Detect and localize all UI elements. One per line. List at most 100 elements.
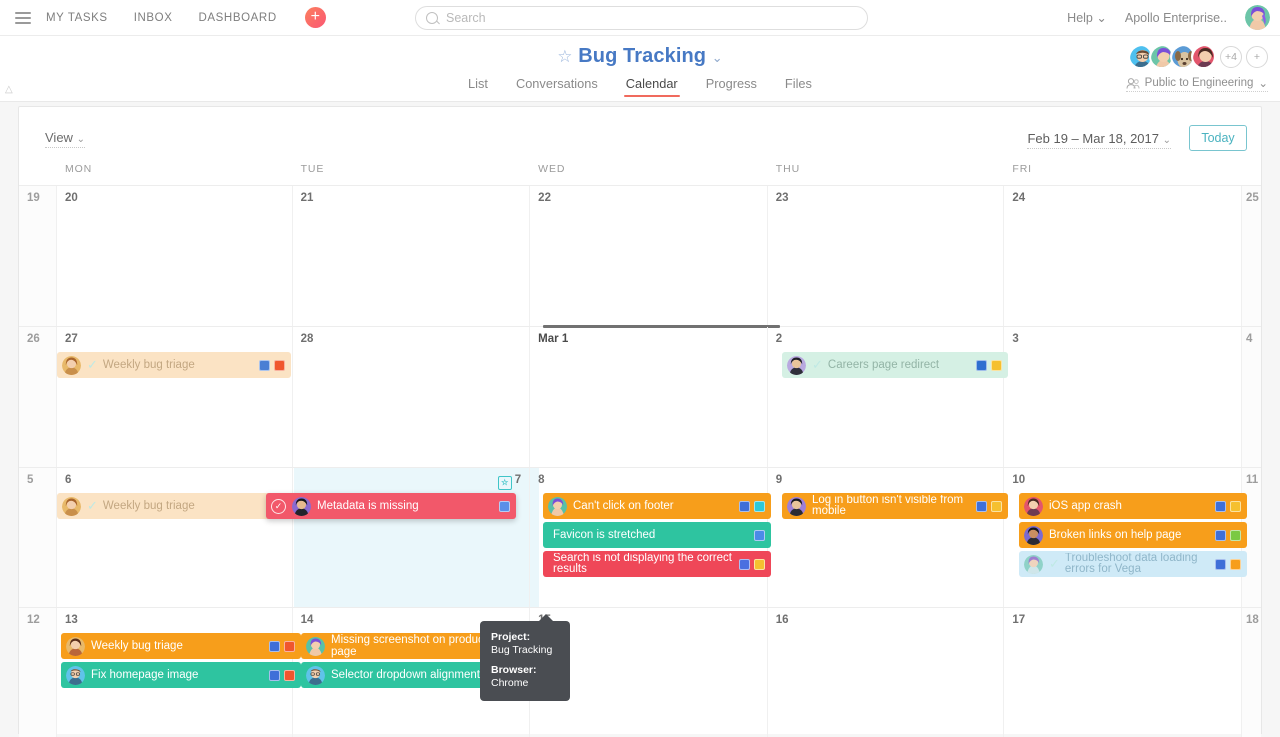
day-number: 10 — [1004, 468, 1241, 486]
calendar-event[interactable]: Favicon is stretched — [543, 522, 771, 548]
people-icon — [1126, 78, 1140, 89]
tag-swatch — [1215, 559, 1226, 570]
calendar-event[interactable]: Weekly bug triage — [61, 633, 301, 659]
tag-swatch — [739, 559, 750, 570]
event-tags — [754, 530, 765, 541]
calendar-event[interactable]: ✓ Troubleshoot data loading errors for V… — [1019, 551, 1247, 577]
avatar — [62, 497, 81, 516]
day-number: 22 — [530, 186, 767, 204]
day-cell[interactable]: 21 — [293, 186, 531, 326]
calendar-event[interactable]: ✓ Weekly bug triage — [57, 493, 291, 519]
calendar-event[interactable]: Can't click on footer — [543, 493, 771, 519]
event-tags — [259, 360, 285, 371]
help-menu[interactable]: Help ⌄ — [1067, 10, 1107, 25]
day-cell[interactable]: 27 — [57, 327, 293, 467]
day-cell[interactable]: 22 — [530, 186, 768, 326]
chevron-down-icon[interactable]: ⌄ — [712, 50, 723, 65]
day-cell[interactable]: 17 — [1004, 608, 1242, 737]
member-overflow-count[interactable]: +4 — [1220, 46, 1242, 68]
day-cell[interactable]: 16 — [768, 608, 1005, 737]
event-tags — [269, 641, 295, 652]
tag-swatch — [754, 501, 765, 512]
event-tooltip: Project: Bug Tracking Browser: Chrome — [480, 621, 570, 701]
calendar-event[interactable]: Log in button isn't visible from mobile — [782, 493, 1008, 519]
calendar-event[interactable]: Search is not displaying the correct res… — [543, 551, 771, 577]
day-cell[interactable]: 19 — [19, 186, 57, 326]
avatar — [306, 637, 325, 656]
day-number: 27 — [57, 327, 292, 345]
tab-conversations[interactable]: Conversations — [516, 76, 598, 97]
day-cell[interactable]: 23 — [768, 186, 1005, 326]
day-number: 26 — [19, 327, 56, 345]
day-cell[interactable]: 12 — [19, 608, 57, 737]
avatar[interactable] — [1191, 44, 1216, 69]
day-cell[interactable]: 25 — [1242, 186, 1261, 326]
today-calendar-icon: ☆ — [498, 476, 512, 490]
event-tags — [739, 501, 765, 512]
day-cell[interactable]: 28 — [293, 327, 531, 467]
chevron-down-icon: ⌄ — [1096, 11, 1106, 25]
tooltip-project-value: Bug Tracking — [491, 644, 560, 657]
tab-calendar[interactable]: Calendar — [626, 76, 678, 97]
event-tags — [739, 559, 765, 570]
day-cell[interactable]: 9 — [768, 468, 1005, 607]
today-button[interactable]: Today — [1189, 125, 1247, 151]
day-cell[interactable]: 6 — [57, 468, 293, 607]
tab-list[interactable]: List — [468, 76, 488, 97]
day-cell[interactable]: 26 — [19, 327, 57, 467]
favorite-star-icon[interactable]: ☆ — [557, 47, 572, 66]
search-input[interactable] — [446, 11, 857, 25]
day-cell[interactable]: 24 — [1004, 186, 1242, 326]
calendar-event[interactable]: Broken links on help page — [1019, 522, 1247, 548]
quick-add-button[interactable]: + — [305, 7, 326, 28]
date-range-label: Feb 19 – Mar 18, 2017 — [1027, 131, 1159, 146]
member-avatars: +4 + — [1132, 44, 1268, 69]
search-box[interactable] — [415, 6, 868, 30]
day-cell[interactable]: Mar 1 — [530, 327, 768, 467]
tag-swatch — [754, 559, 765, 570]
day-cell[interactable]: 18 — [1242, 608, 1261, 737]
add-member-button[interactable]: + — [1246, 46, 1268, 68]
nav-inbox[interactable]: INBOX — [134, 12, 173, 24]
calendar-event[interactable]: ✓ Careers page redirect — [782, 352, 1008, 378]
date-range-dropdown[interactable]: Feb 19 – Mar 18, 2017 ⌄ — [1027, 131, 1171, 149]
collapse-header-icon[interactable]: △ — [5, 84, 13, 95]
avatar[interactable] — [1245, 5, 1270, 30]
help-label: Help — [1067, 11, 1093, 25]
event-label: Troubleshoot data loading errors for Veg… — [1065, 553, 1211, 576]
dow-tue: TUE — [293, 163, 531, 185]
day-cell[interactable]: 20 — [57, 186, 293, 326]
nav-my-tasks[interactable]: MY TASKS — [46, 12, 108, 24]
day-cell[interactable]: 2 — [768, 327, 1005, 467]
calendar-event-dragging[interactable]: ✓ Metadata is missing — [266, 493, 516, 519]
menu-icon[interactable] — [0, 12, 46, 24]
event-label: Weekly bug triage — [103, 359, 255, 372]
complete-check-icon[interactable]: ✓ — [271, 499, 286, 514]
day-cell[interactable]: 4 — [1242, 327, 1261, 467]
tag-swatch — [1230, 559, 1241, 570]
privacy-label: Public to Engineering — [1145, 77, 1254, 89]
calendar-event[interactable]: ✓ Weekly bug triage — [57, 352, 291, 378]
day-cell-today[interactable]: ☆7 — [293, 468, 531, 607]
tag-swatch — [1230, 530, 1241, 541]
tab-files[interactable]: Files — [785, 76, 812, 97]
tag-swatch — [274, 360, 285, 371]
day-of-week-header: MON TUE WED THU FRI — [19, 163, 1261, 185]
tab-progress[interactable]: Progress — [706, 76, 757, 97]
org-switcher[interactable]: Apollo Enterprise.. — [1125, 11, 1227, 25]
day-cell[interactable]: 3 — [1004, 327, 1242, 467]
completed-check-icon: ✓ — [1049, 556, 1060, 572]
calendar-event[interactable]: iOS app crash — [1019, 493, 1247, 519]
day-number: 3 — [1004, 327, 1241, 345]
nav-dashboard[interactable]: DASHBOARD — [198, 12, 276, 24]
calendar-event[interactable]: Fix homepage image — [61, 662, 301, 688]
day-number: 11 — [1242, 468, 1261, 486]
privacy-selector[interactable]: Public to Engineering ⌄ — [1126, 76, 1268, 92]
day-number: 19 — [19, 186, 56, 204]
day-number: 24 — [1004, 186, 1241, 204]
view-dropdown[interactable]: View ⌄ — [45, 130, 85, 148]
tooltip-project-key: Project: — [491, 631, 560, 644]
view-label: View — [45, 130, 73, 145]
month-label: Mar 1 — [530, 327, 767, 345]
day-cell[interactable]: 5 — [19, 468, 57, 607]
